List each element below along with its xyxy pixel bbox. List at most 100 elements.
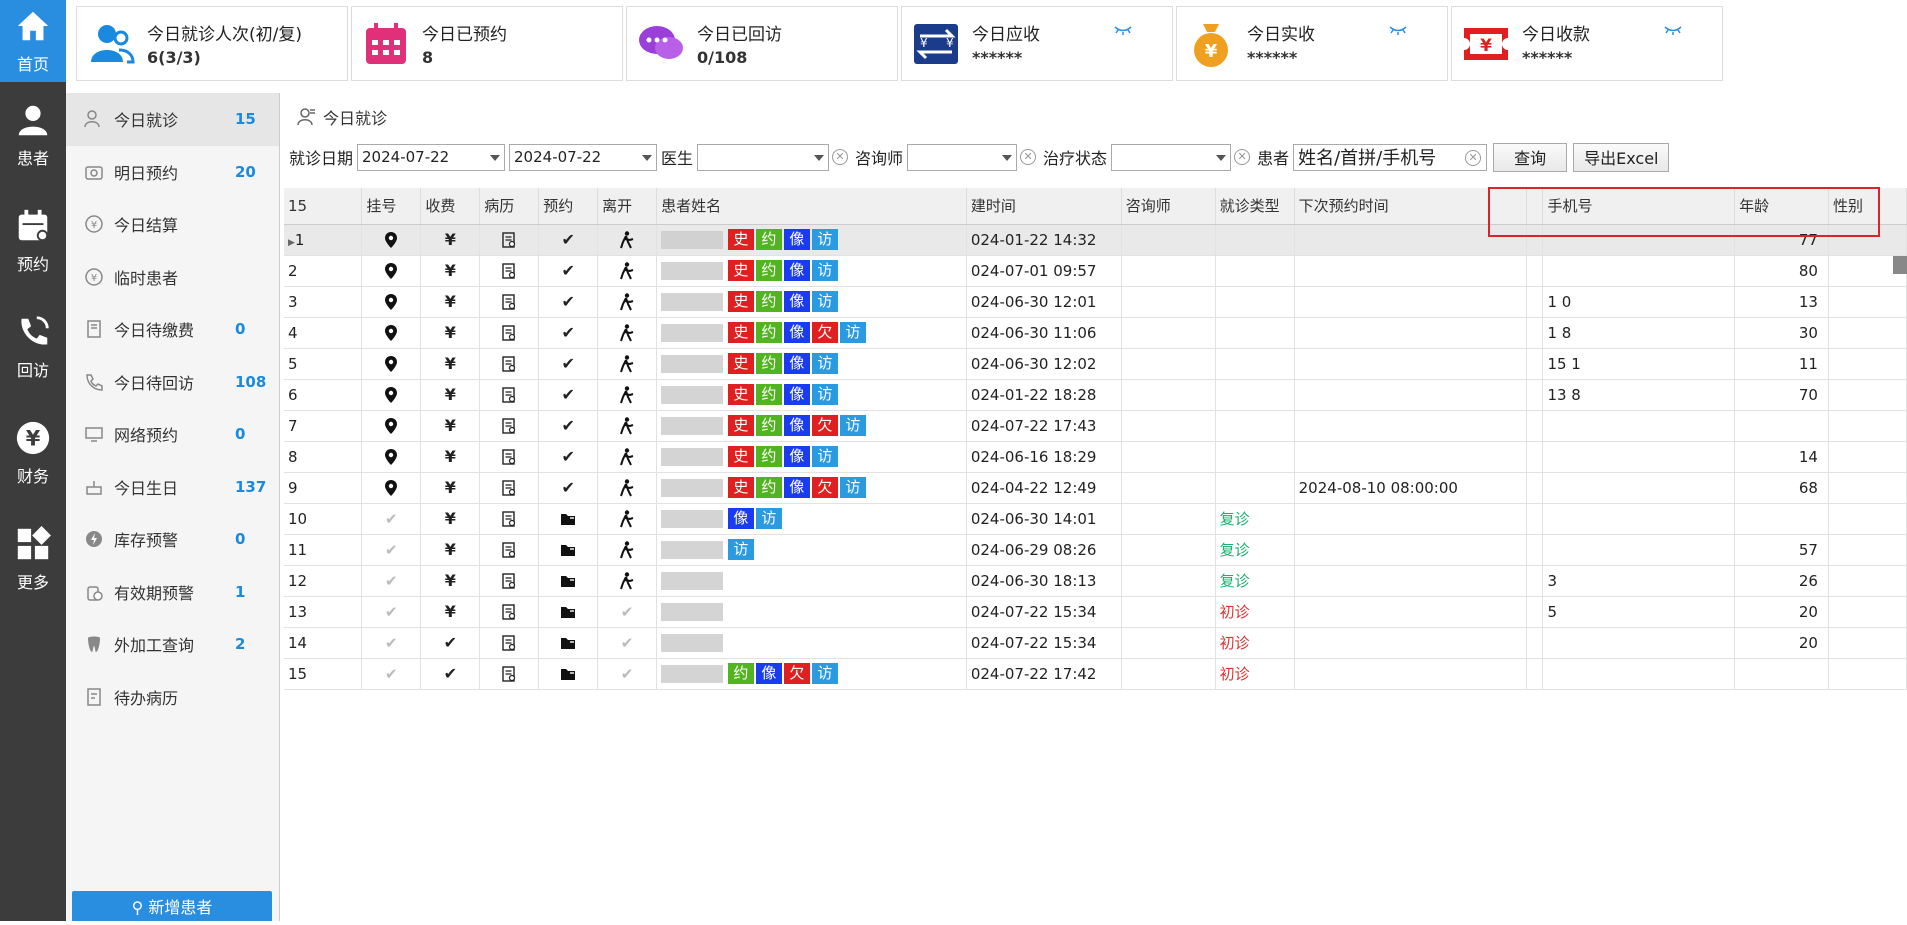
patient-name-cell[interactable]: 史约像访 — [656, 286, 967, 318]
record-cell[interactable] — [479, 596, 540, 628]
patient-name-cell[interactable] — [656, 627, 967, 659]
pay-cell[interactable]: ¥ — [420, 503, 481, 535]
pay-cell[interactable]: ✔ — [420, 627, 481, 659]
table-row[interactable]: ▶1 ¥ ✔ 史约像访 024-01-22 14:32 77 — [284, 224, 1907, 256]
appointment-cell[interactable]: ✔ — [538, 286, 599, 318]
tag-badge[interactable]: 史 — [727, 260, 754, 281]
tag-badge[interactable]: 像 — [783, 477, 810, 498]
pay-cell[interactable]: ¥ — [420, 317, 481, 349]
stat-collected[interactable]: ¥ 今日收款 ****** — [1451, 6, 1723, 81]
pay-cell[interactable]: ¥ — [420, 596, 481, 628]
record-cell[interactable] — [479, 317, 540, 349]
appointment-cell[interactable] — [538, 565, 599, 597]
appointment-cell[interactable]: ✔ — [538, 410, 599, 442]
table-row[interactable]: 15 ✔ ✔ ✔ 约像欠访 024-07-22 17:42 初诊 — [284, 658, 1907, 690]
clear-icon[interactable]: ✕ — [1234, 149, 1251, 165]
tag-badge[interactable]: 欠 — [811, 415, 838, 436]
register-cell[interactable]: ✔ — [361, 596, 422, 628]
table-row[interactable]: 13 ✔ ¥ ✔ 024-07-22 15:34 初诊 5 20 — [284, 596, 1907, 628]
status-select[interactable] — [1111, 143, 1232, 171]
col-header[interactable]: 离开 — [597, 188, 658, 225]
register-cell[interactable] — [361, 441, 422, 473]
register-cell[interactable]: ✔ — [361, 503, 422, 535]
date-from-picker[interactable]: 2024-07-22 — [357, 143, 506, 171]
tag-badge[interactable]: 史 — [727, 229, 754, 250]
pay-cell[interactable]: ¥ — [420, 255, 481, 287]
appointment-cell[interactable] — [538, 627, 599, 659]
pay-cell[interactable]: ¥ — [420, 379, 481, 411]
record-cell[interactable] — [479, 410, 540, 442]
patient-name-cell[interactable]: 史约像访 — [656, 348, 967, 380]
nav-finance[interactable]: ¥ 财务 — [0, 400, 66, 506]
leave-cell[interactable]: ✔ — [597, 596, 658, 628]
scrollbar-thumb[interactable] — [1893, 256, 1907, 274]
record-cell[interactable] — [479, 379, 540, 411]
appointment-cell[interactable] — [538, 534, 599, 566]
record-cell[interactable] — [479, 627, 540, 659]
tag-badge[interactable]: 欠 — [783, 663, 810, 684]
record-cell[interactable] — [479, 472, 540, 504]
side-item[interactable]: ¥ 今日结算 — [66, 198, 279, 251]
col-header[interactable]: 病历 — [479, 188, 540, 225]
tag-badge[interactable]: 约 — [755, 291, 782, 312]
side-item[interactable]: 有效期预警 1 — [66, 566, 279, 619]
register-cell[interactable] — [361, 472, 422, 504]
table-row[interactable]: 14 ✔ ✔ ✔ 024-07-22 15:34 初诊 20 — [284, 627, 1907, 659]
tag-badge[interactable]: 访 — [811, 446, 838, 467]
register-cell[interactable]: ✔ — [361, 565, 422, 597]
leave-cell[interactable]: ✔ — [597, 627, 658, 659]
leave-cell[interactable] — [597, 472, 658, 504]
leave-cell[interactable] — [597, 286, 658, 318]
register-cell[interactable] — [361, 348, 422, 380]
tag-badge[interactable]: 像 — [783, 353, 810, 374]
register-cell[interactable]: ✔ — [361, 658, 422, 690]
tag-badge[interactable]: 像 — [783, 322, 810, 343]
tag-badge[interactable]: 像 — [755, 663, 782, 684]
appointment-cell[interactable]: ✔ — [538, 441, 599, 473]
tag-badge[interactable]: 像 — [783, 384, 810, 405]
pay-cell[interactable]: ¥ — [420, 472, 481, 504]
table-row[interactable]: 9 ¥ ✔ 史约像欠访 024-04-22 12:49 2024-08-10 08:00… — [284, 472, 1907, 504]
nav-more[interactable]: 更多 — [0, 506, 66, 612]
col-header[interactable]: 预约 — [538, 188, 599, 225]
table-row[interactable]: 8 ¥ ✔ 史约像访 024-06-16 18:29 14 — [284, 441, 1907, 473]
record-cell[interactable] — [479, 348, 540, 380]
patient-name-cell[interactable]: 史约像欠访 — [656, 472, 967, 504]
col-header[interactable]: 咨询师 — [1121, 188, 1216, 225]
side-item[interactable]: 今日待缴费 0 — [66, 303, 279, 356]
side-item[interactable]: ¥ 临时患者 — [66, 251, 279, 304]
patient-name-cell[interactable]: 史约像访 — [656, 255, 967, 287]
stat-visits[interactable]: 今日就诊人次(初/复) 6(3/3) — [76, 6, 348, 81]
leave-cell[interactable] — [597, 224, 658, 256]
record-cell[interactable] — [479, 565, 540, 597]
register-cell[interactable] — [361, 224, 422, 256]
tag-badge[interactable]: 约 — [727, 663, 754, 684]
side-item[interactable]: 今日待回访 108 — [66, 356, 279, 409]
record-cell[interactable] — [479, 286, 540, 318]
appointment-cell[interactable] — [538, 503, 599, 535]
tag-badge[interactable]: 史 — [727, 384, 754, 405]
table-row[interactable]: 4 ¥ ✔ 史约像欠访 024-06-30 11:06 1 8 30 — [284, 317, 1907, 349]
side-item[interactable]: 网络预约 0 — [66, 408, 279, 461]
patient-search-input[interactable]: 姓名/首拼/手机号 ✕ — [1293, 143, 1488, 171]
col-header[interactable]: 年龄 — [1734, 188, 1829, 225]
register-cell[interactable] — [361, 379, 422, 411]
eye-closed-icon[interactable] — [1389, 25, 1407, 35]
table-row[interactable]: 2 ¥ ✔ 史约像访 024-07-01 09:57 80 — [284, 255, 1907, 287]
table-row[interactable]: 6 ¥ ✔ 史约像访 024-01-22 18:28 13 8 70 — [284, 379, 1907, 411]
register-cell[interactable]: ✔ — [361, 627, 422, 659]
side-item[interactable]: 今日生日 137 — [66, 461, 279, 514]
patient-name-cell[interactable]: 史约像访 — [656, 441, 967, 473]
appointment-cell[interactable] — [538, 596, 599, 628]
tag-badge[interactable]: 约 — [755, 384, 782, 405]
clear-icon[interactable]: ✕ — [832, 149, 849, 165]
register-cell[interactable]: ✔ — [361, 534, 422, 566]
nav-appointments[interactable]: 预约 — [0, 188, 66, 294]
tag-badge[interactable]: 史 — [727, 291, 754, 312]
tag-badge[interactable]: 约 — [755, 415, 782, 436]
col-header[interactable]: 性别 — [1828, 188, 1907, 225]
tag-badge[interactable]: 像 — [727, 508, 754, 529]
doctor-select[interactable] — [697, 143, 830, 171]
tag-badge[interactable]: 访 — [811, 663, 838, 684]
pay-cell[interactable]: ¥ — [420, 534, 481, 566]
